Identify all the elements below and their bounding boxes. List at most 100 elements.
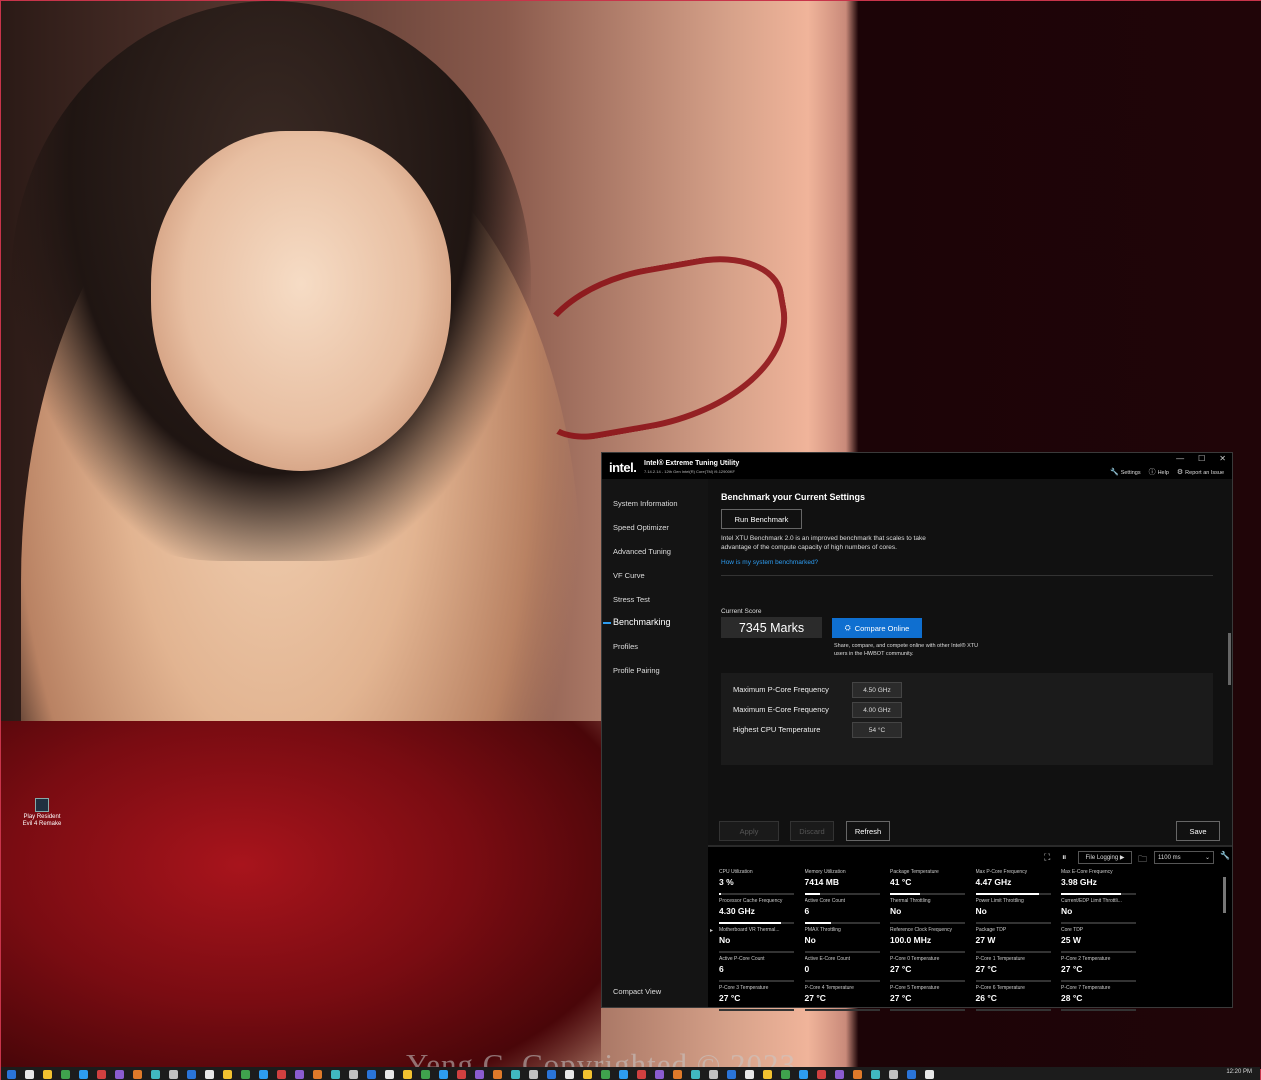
expand-icon[interactable]: ⛶	[1044, 852, 1050, 863]
monitor-metric: P-Core 5 Temperature 27 °C	[890, 985, 966, 1014]
taskbar-app-icon[interactable]	[43, 1069, 52, 1079]
compare-online-button[interactable]: ⛭ Compare Online	[832, 618, 922, 638]
sidebar-item-stress-test[interactable]: Stress Test	[613, 595, 650, 604]
taskbar-app-icon[interactable]	[115, 1069, 124, 1079]
taskbar-app-icon[interactable]	[511, 1069, 520, 1079]
taskbar-app-icon[interactable]	[331, 1069, 340, 1079]
metric-value: 26 °C	[975, 993, 997, 1003]
metric-bar	[1061, 893, 1136, 895]
taskbar-app-icon[interactable]	[133, 1069, 142, 1079]
taskbar-app-icon[interactable]	[601, 1069, 610, 1079]
sidebar-item-advanced-tuning[interactable]: Advanced Tuning	[613, 547, 671, 556]
taskbar-app-icon[interactable]	[403, 1069, 412, 1079]
taskbar-app-icon[interactable]	[871, 1069, 880, 1079]
taskbar-app-icon[interactable]	[97, 1069, 106, 1079]
taskbar-app-icon[interactable]	[709, 1069, 718, 1079]
taskbar-app-icon[interactable]	[529, 1069, 538, 1079]
taskbar-app-icon[interactable]	[277, 1069, 286, 1079]
sidebar-item-system-information[interactable]: System Information	[613, 499, 678, 508]
close-button[interactable]: ✕	[1219, 454, 1226, 463]
sidebar-item-vf-curve[interactable]: VF Curve	[613, 571, 645, 580]
sidebar-item-profiles[interactable]: Profiles	[613, 642, 638, 651]
help-link[interactable]: ⓘ Help	[1149, 467, 1169, 477]
sidebar-item-benchmarking[interactable]: Benchmarking	[613, 617, 671, 627]
folder-icon[interactable]: 🗀	[1138, 852, 1147, 868]
monitor-scrollbar[interactable]	[1223, 877, 1226, 913]
maximize-button[interactable]: ☐	[1198, 454, 1205, 463]
title-bar[interactable]: intel. Intel® Extreme Tuning Utility 7.1…	[602, 453, 1232, 479]
taskbar-app-icon[interactable]	[817, 1069, 826, 1079]
taskbar-app-icon[interactable]	[799, 1069, 808, 1079]
taskbar-app-icon[interactable]	[169, 1069, 178, 1079]
taskbar-app-icon[interactable]	[421, 1069, 430, 1079]
metric-value: 27 °C	[890, 993, 912, 1003]
taskbar-app-icon[interactable]	[151, 1069, 160, 1079]
taskbar-app-icon[interactable]	[259, 1069, 268, 1079]
taskbar-app-icon[interactable]	[7, 1069, 16, 1079]
apply-button[interactable]: Apply	[719, 821, 779, 841]
taskbar-app-icon[interactable]	[547, 1069, 556, 1079]
taskbar-app-icon[interactable]	[637, 1069, 646, 1079]
compact-view-link[interactable]: Compact View	[613, 987, 661, 996]
file-logging-button[interactable]: File Logging ▶	[1078, 851, 1132, 864]
main-scrollbar[interactable]	[1228, 633, 1231, 685]
score-label: Current Score	[721, 608, 762, 615]
taskbar-app-icon[interactable]	[745, 1069, 754, 1079]
taskbar-app-icon[interactable]	[25, 1069, 34, 1079]
polling-interval-select[interactable]: 1100 ms ⌄	[1154, 851, 1214, 864]
taskbar-app-icon[interactable]	[241, 1069, 250, 1079]
taskbar-app-icon[interactable]	[439, 1069, 448, 1079]
taskbar-app-icon[interactable]	[925, 1069, 934, 1079]
taskbar-app-icon[interactable]	[853, 1069, 862, 1079]
metric-value: 100.0 MHz	[890, 935, 932, 945]
taskbar-app-icon[interactable]	[691, 1069, 700, 1079]
pause-icon[interactable]: ⏸	[1062, 852, 1067, 863]
taskbar-app-icon[interactable]	[223, 1069, 232, 1079]
taskbar-app-icon[interactable]	[385, 1069, 394, 1079]
metric-bar-fill	[804, 922, 831, 924]
metric-bar	[804, 1009, 880, 1011]
monitor-metric: PMAX Throttling No	[804, 927, 881, 956]
monitor-metric: P-Core 3 Temperature 27 °C	[719, 985, 795, 1014]
taskbar-app-icon[interactable]	[889, 1069, 898, 1079]
report-issue-link[interactable]: ⚙ Report an Issue	[1177, 468, 1224, 476]
taskbar-app-icon[interactable]	[565, 1069, 574, 1079]
taskbar-app-icon[interactable]	[475, 1069, 484, 1079]
app-subtitle: 7.14.2.14 - 12th Gen Intel(R) Core(TM) i…	[644, 469, 735, 474]
wrench-icon[interactable]: 🔧	[1220, 851, 1230, 860]
taskbar-app-icon[interactable]	[619, 1069, 628, 1079]
taskbar-app-icon[interactable]	[781, 1069, 790, 1079]
desktop-icon-resident-evil[interactable]: Play Resident Evil 4 Remake	[21, 798, 63, 828]
refresh-button[interactable]: Refresh	[846, 821, 890, 841]
taskbar-app-icon[interactable]	[79, 1069, 88, 1079]
taskbar-app-icon[interactable]	[583, 1069, 592, 1079]
taskbar-app-icon[interactable]	[655, 1069, 664, 1079]
sidebar-item-speed-optimizer[interactable]: Speed Optimizer	[613, 523, 669, 532]
taskbar-app-icon[interactable]	[61, 1069, 70, 1079]
taskbar-app-icon[interactable]	[313, 1069, 322, 1079]
taskbar-app-icon[interactable]	[295, 1069, 304, 1079]
how-benchmarked-link[interactable]: How is my system benchmarked?	[721, 559, 818, 566]
taskbar-app-icon[interactable]	[493, 1069, 502, 1079]
taskbar-app-icon[interactable]	[187, 1069, 196, 1079]
sidebar-item-profile-pairing[interactable]: Profile Pairing	[613, 666, 660, 675]
taskbar-app-icon[interactable]	[907, 1069, 916, 1079]
taskbar-app-icon[interactable]	[349, 1069, 358, 1079]
taskbar-app-icon[interactable]	[727, 1069, 736, 1079]
save-button[interactable]: Save	[1176, 821, 1220, 841]
taskbar-app-icon[interactable]	[763, 1069, 772, 1079]
metric-bar-fill	[804, 893, 820, 895]
taskbar-app-icon[interactable]	[457, 1069, 466, 1079]
monitor-metric: Active Core Count 6	[804, 898, 881, 927]
monitor-metric: Reference Clock Frequency 100.0 MHz	[890, 927, 966, 956]
taskbar-app-icon[interactable]	[673, 1069, 682, 1079]
taskbar-app-icon[interactable]	[367, 1069, 376, 1079]
taskbar-app-icon[interactable]	[835, 1069, 844, 1079]
discard-button[interactable]: Discard	[790, 821, 834, 841]
minimize-button[interactable]: —	[1176, 454, 1184, 463]
taskbar-app-icon[interactable]	[205, 1069, 214, 1079]
metric-label: Package TDP	[975, 927, 1007, 933]
run-benchmark-button[interactable]: Run Benchmark	[721, 509, 802, 529]
settings-link[interactable]: 🔧 Settings	[1110, 468, 1141, 476]
chevron-left-icon[interactable]: ▸	[710, 927, 713, 934]
